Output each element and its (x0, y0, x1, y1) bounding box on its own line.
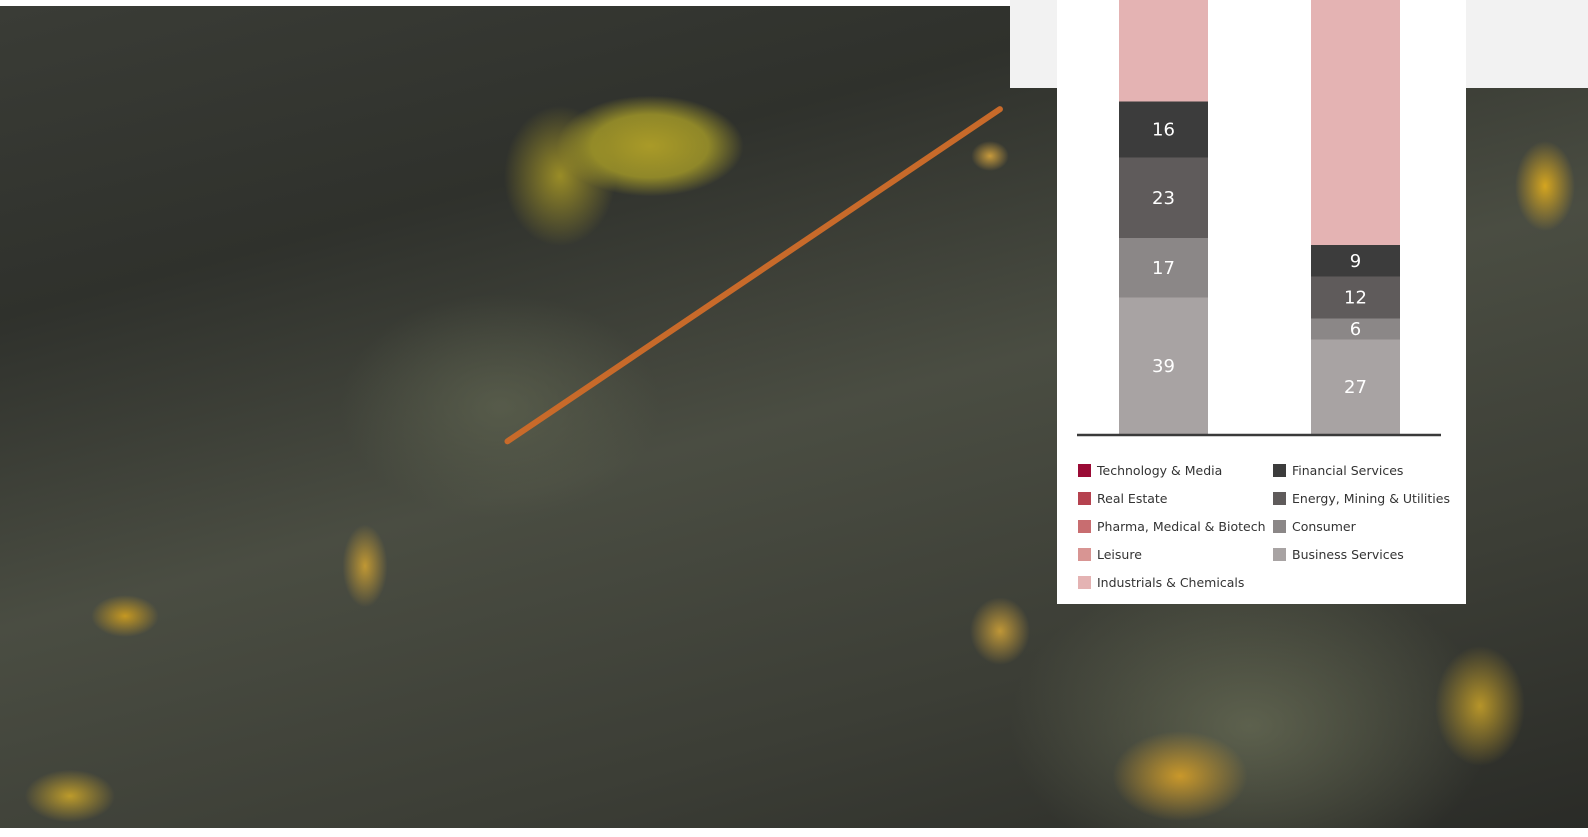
bar-value-label: 16 (1152, 120, 1175, 141)
legend-swatch (1078, 575, 1091, 589)
bar-value-label: 12 (1344, 288, 1367, 309)
legend-item: Business Services (1273, 540, 1450, 568)
legend-item: Technology & Media (1078, 457, 1266, 485)
legend-label: Industrials & Chemicals (1097, 574, 1245, 590)
chart-card: 39 17 23 16 27 6 12 9 Technology & Media Real Es… (1057, 0, 1466, 604)
legend-label: Technology & Media (1097, 463, 1223, 479)
bar-value-label: 39 (1152, 356, 1175, 377)
legend-label: Pharma, Medical & Biotech (1097, 518, 1266, 534)
legend-item: Pharma, Medical & Biotech (1078, 513, 1266, 541)
legend-label: Leisure (1097, 546, 1142, 562)
legend-swatch (1078, 519, 1091, 533)
bar-value-label: 27 (1344, 377, 1367, 398)
legend-item: Energy, Mining & Utilities (1273, 485, 1450, 513)
legend-swatch (1273, 519, 1286, 533)
legend-item: Financial Services (1273, 457, 1450, 485)
bar-segment-industrials-chemicals-1 (1119, 0, 1208, 102)
legend-label: Energy, Mining & Utilities (1292, 491, 1450, 507)
bar-value-label: 9 (1350, 251, 1361, 272)
legend-item: Real Estate (1078, 485, 1266, 513)
legend-label: Consumer (1292, 518, 1356, 534)
legend-item: Industrials & Chemicals (1078, 568, 1266, 596)
legend-swatch (1273, 464, 1286, 478)
legend-swatch (1078, 547, 1091, 561)
legend-column-left: Technology & Media Real Estate Pharma, Med… (1078, 457, 1266, 596)
legend-item: Leisure (1078, 540, 1266, 568)
bar-segment-industrials-chemicals-2 (1311, 0, 1400, 245)
legend-swatch (1273, 492, 1286, 506)
legend-column-right: Financial Services Energy, Mining & Utili… (1273, 457, 1450, 568)
legend-swatch (1078, 492, 1091, 506)
legend-swatch (1273, 547, 1286, 561)
legend-item: Consumer (1273, 513, 1450, 541)
bar-value-label: 6 (1350, 319, 1361, 340)
bar-value-label: 17 (1152, 258, 1175, 279)
legend-label: Business Services (1292, 546, 1404, 562)
legend-label: Real Estate (1097, 491, 1168, 507)
legend-label: Financial Services (1292, 463, 1404, 479)
bar-value-label: 23 (1152, 188, 1175, 209)
legend-swatch (1078, 464, 1091, 478)
